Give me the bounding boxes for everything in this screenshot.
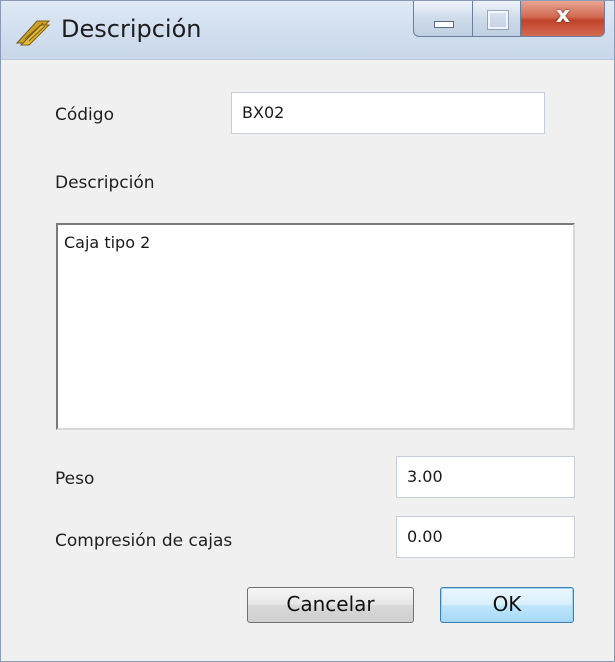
close-button[interactable]: x: [521, 1, 605, 37]
minimize-button[interactable]: [413, 1, 473, 37]
weight-label: Peso: [55, 469, 95, 489]
code-field[interactable]: BX02: [231, 92, 545, 134]
cancel-button[interactable]: Cancelar: [247, 587, 414, 623]
ok-button[interactable]: OK: [440, 587, 574, 623]
maximize-icon: [488, 11, 508, 29]
code-label: Código: [55, 105, 114, 125]
close-icon: x: [555, 3, 571, 28]
maximize-button[interactable]: [473, 1, 521, 37]
compression-field[interactable]: 0.00: [396, 516, 575, 558]
description-textarea[interactable]: Caja tipo 2: [56, 223, 575, 430]
minimize-icon: [434, 21, 454, 28]
dialog-window: Descripción x Código BX02 Descripción Ca…: [0, 0, 615, 662]
window-controls: x: [413, 1, 605, 39]
ruler-stack-icon: [15, 20, 51, 46]
compression-label: Compresión de cajas: [55, 531, 233, 551]
window-title: Descripción: [61, 15, 202, 43]
weight-field[interactable]: 3.00: [396, 456, 575, 498]
title-bar[interactable]: Descripción x: [1, 1, 614, 60]
description-label: Descripción: [55, 173, 155, 193]
